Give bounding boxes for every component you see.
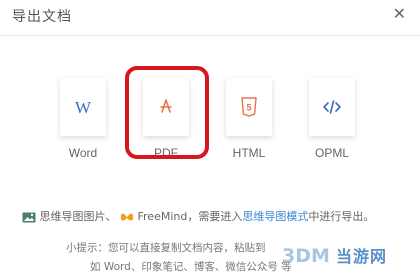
pdf-selection-highlight xyxy=(125,66,209,159)
butterfly-icon xyxy=(120,213,134,221)
watermark-logo: 3DM 当游网 xyxy=(282,235,420,275)
note-text-images: 思维导图图片、 xyxy=(39,210,117,223)
3dm-logo-icon: 3DM xyxy=(282,245,330,266)
mindmap-mode-link[interactable]: 思维导图模式 xyxy=(242,210,308,223)
format-label-html: HTML xyxy=(232,146,266,160)
format-label-word: Word xyxy=(68,146,98,160)
image-icon xyxy=(22,212,36,222)
svg-text:W: W xyxy=(75,98,92,117)
note-text-end: 中进行导出。 xyxy=(308,210,375,223)
word-icon: W xyxy=(75,98,92,117)
export-word-button[interactable]: W xyxy=(60,78,106,136)
svg-text:5: 5 xyxy=(246,103,251,113)
svg-text:3DM: 3DM xyxy=(282,245,330,266)
export-html-button[interactable]: 5 xyxy=(226,78,272,136)
export-dialog: 导出文档 ✕ W Word PDF 5 HTML OPML 思维导图图片、 Fr… xyxy=(0,0,420,280)
dialog-title: 导出文档 xyxy=(12,9,72,25)
watermark-text: 当游网 xyxy=(336,247,388,266)
tip-line-2: 如 Word、印象笔记、博客、微信公众号 等 xyxy=(90,261,292,273)
export-opml-button[interactable] xyxy=(309,78,355,136)
export-note: 思维导图图片、 FreeMind，需要进入思维导图模式中进行导出。 xyxy=(22,208,414,224)
tip-line-1: 小提示：您可以直接复制文档内容，粘贴到 xyxy=(66,242,266,254)
html5-icon: 5 xyxy=(241,97,257,117)
title-divider xyxy=(0,35,420,36)
format-label-opml: OPML xyxy=(314,146,349,160)
code-icon xyxy=(323,100,341,114)
note-text-middle: ，需要进入 xyxy=(187,210,243,223)
close-icon[interactable]: ✕ xyxy=(393,6,406,22)
note-text-freemind: FreeMind xyxy=(137,210,188,223)
